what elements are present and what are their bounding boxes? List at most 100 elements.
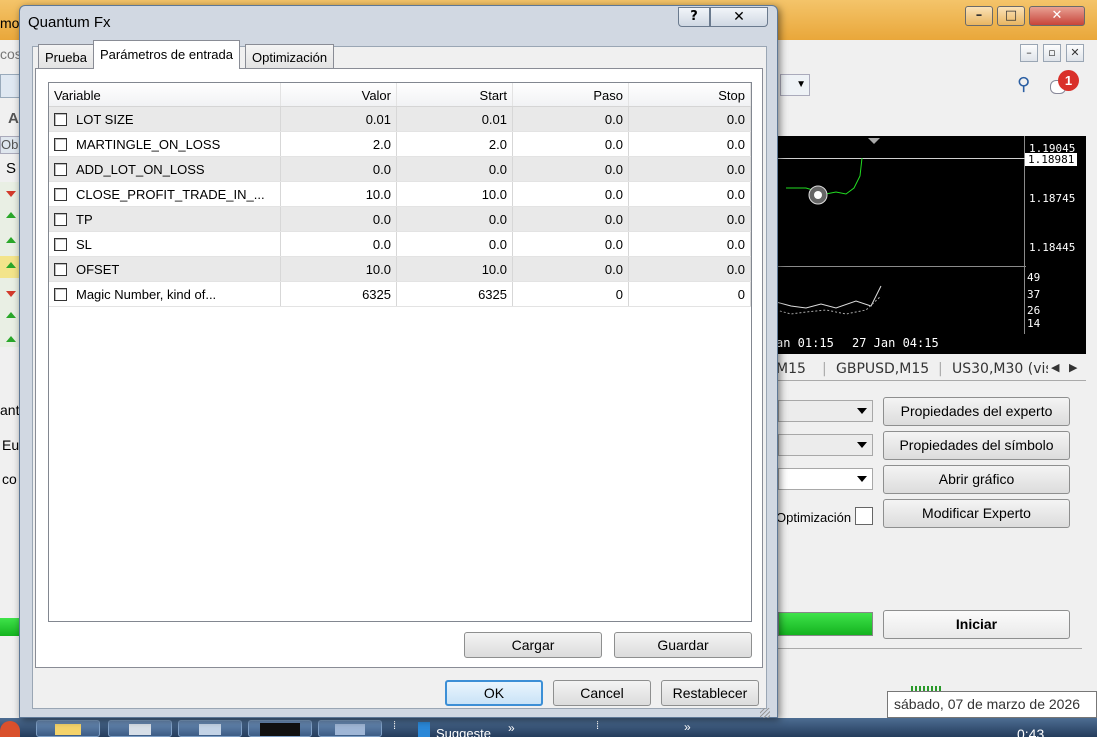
parameter-checkbox[interactable] — [54, 263, 67, 276]
paso-cell[interactable]: 0.0 — [513, 107, 629, 131]
paso-cell[interactable]: 0 — [513, 282, 629, 306]
paso-cell[interactable]: 0.0 — [513, 207, 629, 231]
tab-parametros-de-entrada[interactable]: Parámetros de entrada — [93, 40, 240, 69]
save-button[interactable]: Guardar — [614, 632, 752, 658]
taskbar-explorer-icon[interactable] — [36, 720, 100, 737]
table-row[interactable]: OFSET 10.0 10.0 0.0 0.0 — [49, 257, 751, 282]
valor-cell[interactable]: 0.01 — [281, 107, 397, 131]
table-row[interactable]: ADD_LOT_ON_LOSS 0.0 0.0 0.0 0.0 — [49, 157, 751, 182]
paso-cell[interactable]: 0.0 — [513, 132, 629, 156]
close-button[interactable]: ✕ — [1029, 6, 1085, 26]
taskbar-clock[interactable]: 0:43 — [1017, 726, 1044, 737]
start-cell[interactable]: 0.0 — [397, 207, 513, 231]
tab-optimizacion[interactable]: Optimización — [245, 44, 335, 68]
notification-badge[interactable]: 1 — [1058, 70, 1079, 91]
stop-cell[interactable]: 0.0 — [629, 182, 751, 206]
paso-cell[interactable]: 0.0 — [513, 157, 629, 181]
table-row[interactable]: TP 0.0 0.0 0.0 0.0 — [49, 207, 751, 232]
taskbar-app-icon[interactable] — [108, 720, 172, 737]
table-row[interactable]: MARTINGLE_ON_LOSS 2.0 2.0 0.0 0.0 — [49, 132, 751, 157]
start-cell[interactable]: 2.0 — [397, 132, 513, 156]
stop-cell[interactable]: 0.0 — [629, 257, 751, 281]
stop-cell[interactable]: 0.0 — [629, 107, 751, 131]
chevron-right-icon[interactable]: » — [508, 721, 515, 735]
start-orb-icon[interactable] — [0, 721, 20, 737]
column-header-stop[interactable]: Stop — [629, 83, 751, 106]
start-cell[interactable]: 0.0 — [397, 157, 513, 181]
clock-icon[interactable] — [0, 74, 20, 98]
maximize-button[interactable]: □ — [997, 6, 1025, 26]
parameter-checkbox[interactable] — [54, 238, 67, 251]
paso-cell[interactable]: 0.0 — [513, 232, 629, 256]
column-header-start[interactable]: Start — [397, 83, 513, 106]
valor-cell[interactable]: 10.0 — [281, 257, 397, 281]
chart-dropdown-button[interactable]: ▼ — [780, 74, 810, 96]
valor-cell[interactable]: 0.0 — [281, 207, 397, 231]
expert-combo[interactable] — [778, 400, 873, 422]
table-row[interactable]: CLOSE_PROFIT_TRADE_IN_... 10.0 10.0 0.0 … — [49, 182, 751, 207]
parameter-checkbox[interactable] — [54, 113, 67, 126]
parameter-checkbox[interactable] — [54, 163, 67, 176]
column-header-variable[interactable]: Variable — [49, 83, 281, 106]
trade-list-fragment — [0, 182, 20, 347]
start-cell[interactable]: 0.01 — [397, 107, 513, 131]
start-cell[interactable]: 0.0 — [397, 232, 513, 256]
table-row[interactable]: SL 0.0 0.0 0.0 0.0 — [49, 232, 751, 257]
model-combo[interactable] — [778, 468, 873, 490]
column-header-paso[interactable]: Paso — [513, 83, 629, 106]
parameter-checkbox[interactable] — [54, 188, 67, 201]
tab-scroll-right-icon[interactable]: ▶ — [1069, 361, 1077, 374]
stop-cell[interactable]: 0.0 — [629, 207, 751, 231]
valor-cell[interactable]: 6325 — [281, 282, 397, 306]
stop-cell[interactable]: 0.0 — [629, 232, 751, 256]
chart-tab[interactable]: GBPUSD,M15 — [836, 361, 929, 377]
paso-cell[interactable]: 0.0 — [513, 182, 629, 206]
parameter-checkbox[interactable] — [54, 213, 67, 226]
mdi-close-button[interactable]: ✕ — [1066, 44, 1084, 62]
column-header-valor[interactable]: Valor — [281, 83, 397, 106]
start-cell[interactable]: 10.0 — [397, 182, 513, 206]
optimization-checkbox[interactable] — [855, 507, 873, 525]
stop-cell[interactable]: 0.0 — [629, 132, 751, 156]
search-icon[interactable]: ⚲ — [1017, 74, 1030, 95]
chevron-right-icon[interactable]: » — [684, 720, 691, 734]
help-button[interactable]: ? — [678, 7, 710, 27]
paso-cell[interactable]: 0.0 — [513, 257, 629, 281]
chart-tab[interactable]: M15 — [776, 361, 806, 377]
tab-scroll-left-icon[interactable]: ◀ — [1051, 361, 1059, 374]
modify-expert-button[interactable]: Modificar Experto — [883, 499, 1070, 528]
symbol-combo[interactable] — [778, 434, 873, 456]
resize-grip-icon[interactable] — [760, 708, 770, 718]
start-cell[interactable]: 6325 — [397, 282, 513, 306]
load-button[interactable]: Cargar — [464, 632, 602, 658]
dialog-close-button[interactable]: ✕ — [710, 7, 768, 27]
taskbar-app-icon[interactable] — [318, 720, 382, 737]
stop-cell[interactable]: 0.0 — [629, 157, 751, 181]
cancel-button[interactable]: Cancel — [553, 680, 651, 706]
stop-cell[interactable]: 0 — [629, 282, 751, 306]
start-button[interactable]: Iniciar — [883, 610, 1070, 639]
valor-cell[interactable]: 0.0 — [281, 157, 397, 181]
open-chart-button[interactable]: Abrir gráfico — [883, 465, 1070, 494]
taskbar-app-icon[interactable] — [178, 720, 242, 737]
valor-cell[interactable]: 2.0 — [281, 132, 397, 156]
reset-button[interactable]: Restablecer — [661, 680, 759, 706]
mdi-restore-button[interactable]: ▫ — [1043, 44, 1061, 62]
price-chart[interactable]: 1.19045 1.18981 1.18745 1.18445 49 37 26… — [776, 136, 1086, 354]
suggested-sites-link[interactable]: Suggeste — [436, 726, 491, 737]
parameter-checkbox[interactable] — [54, 138, 67, 151]
table-row[interactable]: Magic Number, kind of... 6325 6325 0 0 — [49, 282, 751, 307]
ok-button[interactable]: OK — [445, 680, 543, 706]
chart-tab[interactable]: US30,M30 (vis — [952, 361, 1048, 377]
mdi-minimize-button[interactable]: – — [1020, 44, 1038, 62]
parameter-checkbox[interactable] — [54, 288, 67, 301]
table-row[interactable]: LOT SIZE 0.01 0.01 0.0 0.0 — [49, 107, 751, 132]
valor-cell[interactable]: 0.0 — [281, 232, 397, 256]
valor-cell[interactable]: 10.0 — [281, 182, 397, 206]
tab-prueba[interactable]: Prueba — [38, 44, 94, 68]
symbol-properties-button[interactable]: Propiedades del símbolo — [883, 431, 1070, 460]
taskbar-terminal-icon[interactable] — [248, 720, 312, 737]
minimize-button[interactable]: – — [965, 6, 993, 26]
start-cell[interactable]: 10.0 — [397, 257, 513, 281]
expert-properties-button[interactable]: Propiedades del experto — [883, 397, 1070, 426]
